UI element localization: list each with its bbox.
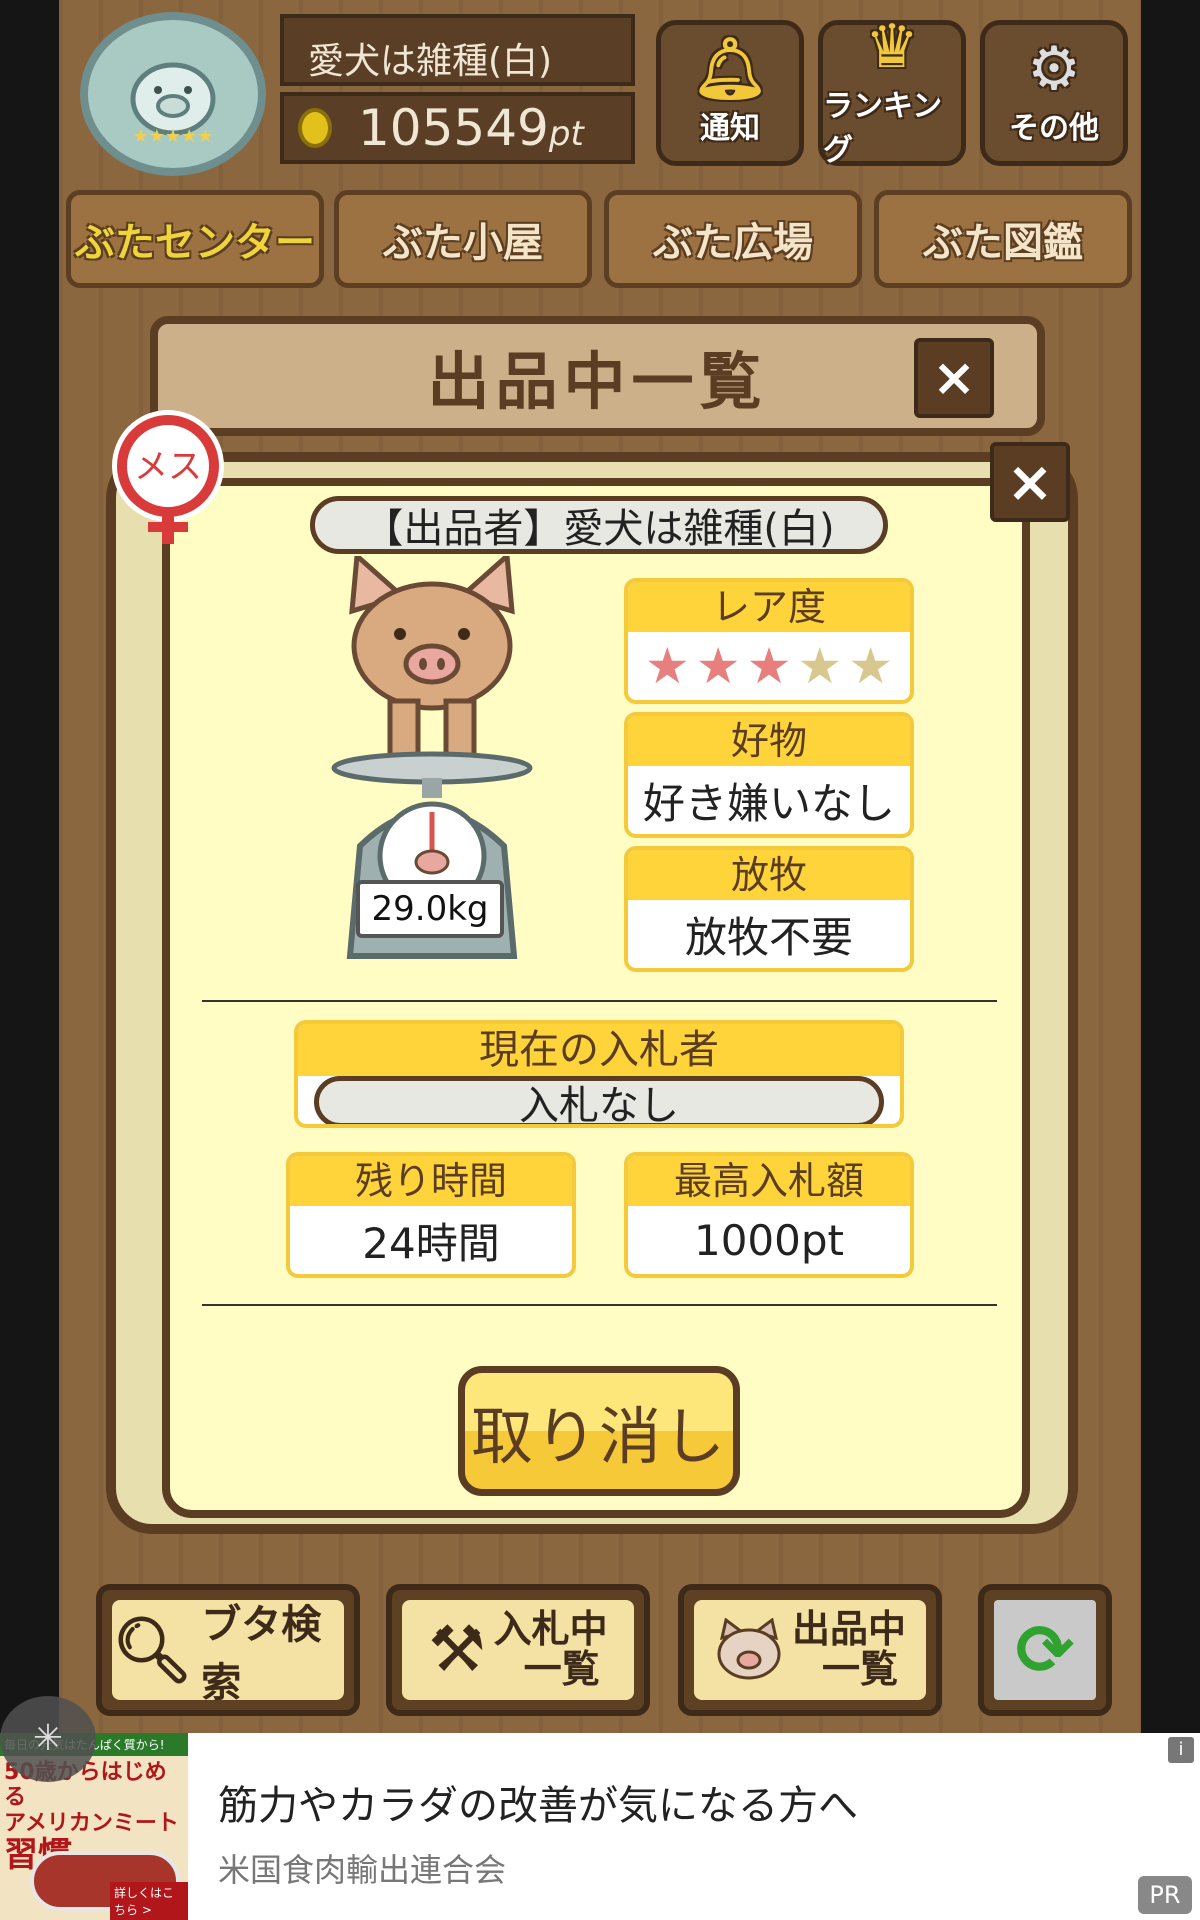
tab-buta-center[interactable]: ぶたセンター <box>66 190 324 288</box>
points-panel: 105549pt <box>280 92 635 164</box>
tab-label: ぶた広場 <box>653 220 813 266</box>
rarity-card: レア度 ★ ★ ★ ★ ★ <box>624 578 914 704</box>
bell-icon: 🔔︎ <box>691 34 769 104</box>
tab-label: ぶた図鑑 <box>923 220 1083 266</box>
divider <box>202 1304 997 1306</box>
player-rank-emblem[interactable]: ★★★★★ <box>80 12 266 176</box>
loading-spinner-icon: ✳ <box>0 1696 96 1782</box>
tab-buta-plaza[interactable]: ぶた広場 <box>604 190 862 288</box>
page-title: 出品中一覧 <box>427 345 768 418</box>
crown-icon: ♛ <box>865 12 919 82</box>
grazing-label: 放牧 <box>628 850 910 900</box>
favorite-label: 好物 <box>628 716 910 766</box>
svg-text:★★★★★: ★★★★★ <box>133 126 214 144</box>
listing-label-1: 出品中 <box>791 1607 906 1652</box>
gavel-icon: ⚒ <box>428 1613 486 1687</box>
star-filled-icon: ★ <box>644 637 690 695</box>
time-left-card: 残り時間 24時間 <box>286 1152 576 1278</box>
pig-search-button[interactable]: 🔍︎ ブタ検索 <box>96 1584 360 1716</box>
close-icon: × <box>1006 449 1054 515</box>
current-bidder-field: 入札なし <box>314 1076 884 1128</box>
star-empty-icon: ★ <box>848 637 894 695</box>
ad-pr-label: PR <box>1138 1876 1192 1914</box>
ad-headline[interactable]: 筋力やカラダの改善が気になる方へ <box>218 1773 858 1831</box>
pig-emblem-icon: ★★★★★ <box>130 62 216 144</box>
gender-label: メス <box>134 447 202 487</box>
points-value: 105549 <box>358 99 549 157</box>
grazing-card: 放牧 放牧不要 <box>624 846 914 972</box>
rarity-label: レア度 <box>628 582 910 632</box>
ad-banner[interactable]: 毎日の元気はたんぱく質から! 50歳からはじめる アメリカンミート 習慣 詳しく… <box>0 1733 1200 1920</box>
close-list-button[interactable]: × <box>914 338 994 418</box>
bidding-label-1: 入札中 <box>493 1607 608 1652</box>
notification-button[interactable]: 🔔︎ 通知 <box>656 20 804 166</box>
tab-label: ぶたセンター <box>75 220 315 266</box>
notification-label: 通知 <box>700 111 760 146</box>
current-bidder-card: 現在の入札者 入札なし <box>294 1020 904 1128</box>
current-bidder-label: 現在の入札者 <box>298 1024 900 1076</box>
rarity-stars: ★ ★ ★ ★ ★ <box>645 641 893 691</box>
top-bid-card: 最高入札額 1000pt <box>624 1152 914 1278</box>
star-empty-icon: ★ <box>797 637 843 695</box>
refresh-button[interactable]: ⟳ <box>978 1584 1112 1716</box>
weight-value: 29.0kg <box>371 889 489 929</box>
cancel-listing-button[interactable]: 取り消し <box>458 1366 740 1496</box>
player-name-panel: 愛犬は雑種(白) <box>280 14 635 86</box>
coin-icon <box>298 108 332 148</box>
favorite-food-card: 好物 好き嫌いなし <box>624 712 914 838</box>
listing-title-board: 出品中一覧 <box>150 316 1045 436</box>
close-detail-button[interactable]: × <box>990 442 1070 522</box>
bidding-list-button[interactable]: ⚒ 入札中 一覧 <box>386 1584 650 1716</box>
ad-image-line2: アメリカンミート <box>4 1810 179 1836</box>
grazing-value: 放牧不要 <box>684 912 853 962</box>
gear-icon: ⚙ <box>1027 34 1081 104</box>
tab-label: ぶた小屋 <box>383 220 543 266</box>
player-name: 愛犬は雑種(白) <box>308 41 553 82</box>
listing-list-button[interactable]: 出品中 一覧 <box>678 1584 942 1716</box>
pig-search-label: ブタ検索 <box>201 1602 322 1706</box>
ranking-button[interactable]: ♛ ランキング <box>818 12 966 168</box>
top-bid-value: 1000pt <box>693 1215 844 1265</box>
weight-display: 29.0kg <box>356 880 504 938</box>
other-label: その他 <box>1009 111 1099 146</box>
cancel-label: 取り消し <box>470 1400 727 1473</box>
time-left-label: 残り時間 <box>290 1156 572 1206</box>
star-filled-icon: ★ <box>695 637 741 695</box>
female-badge: メス <box>112 410 224 544</box>
ranking-label: ランキング <box>823 89 943 168</box>
current-bidder-value: 入札なし <box>519 1083 679 1128</box>
star-filled-icon: ★ <box>746 637 792 695</box>
refresh-icon: ⟳ <box>1015 1609 1075 1691</box>
right-letterbox <box>1141 0 1200 1733</box>
divider <box>202 1000 997 1002</box>
top-bid-label: 最高入札額 <box>628 1156 910 1206</box>
seller-text: 【出品者】愛犬は雑種(白) <box>363 506 835 552</box>
left-letterbox <box>0 0 59 1733</box>
ad-sponsor: 米国食肉輸出連合会 <box>218 1851 507 1889</box>
ad-info-icon[interactable]: i <box>1168 1737 1194 1763</box>
ad-image-more: 詳しくはこちら > <box>110 1882 188 1920</box>
favorite-value: 好き嫌いなし <box>642 778 895 828</box>
time-left-value: 24時間 <box>362 1218 500 1268</box>
points-unit: pt <box>548 114 584 154</box>
listing-label-2: 一覧 <box>821 1647 898 1691</box>
tab-buta-encyclopedia[interactable]: ぶた図鑑 <box>874 190 1132 288</box>
seller-field: 【出品者】愛犬は雑種(白) <box>310 496 888 554</box>
pig-face-icon <box>717 1618 781 1680</box>
close-icon: × <box>932 348 976 408</box>
magnifier-icon: 🔍︎ <box>112 1613 194 1688</box>
bidding-label-2: 一覧 <box>523 1647 600 1691</box>
other-button[interactable]: ⚙ その他 <box>980 20 1128 166</box>
tab-buta-hut[interactable]: ぶた小屋 <box>334 190 592 288</box>
